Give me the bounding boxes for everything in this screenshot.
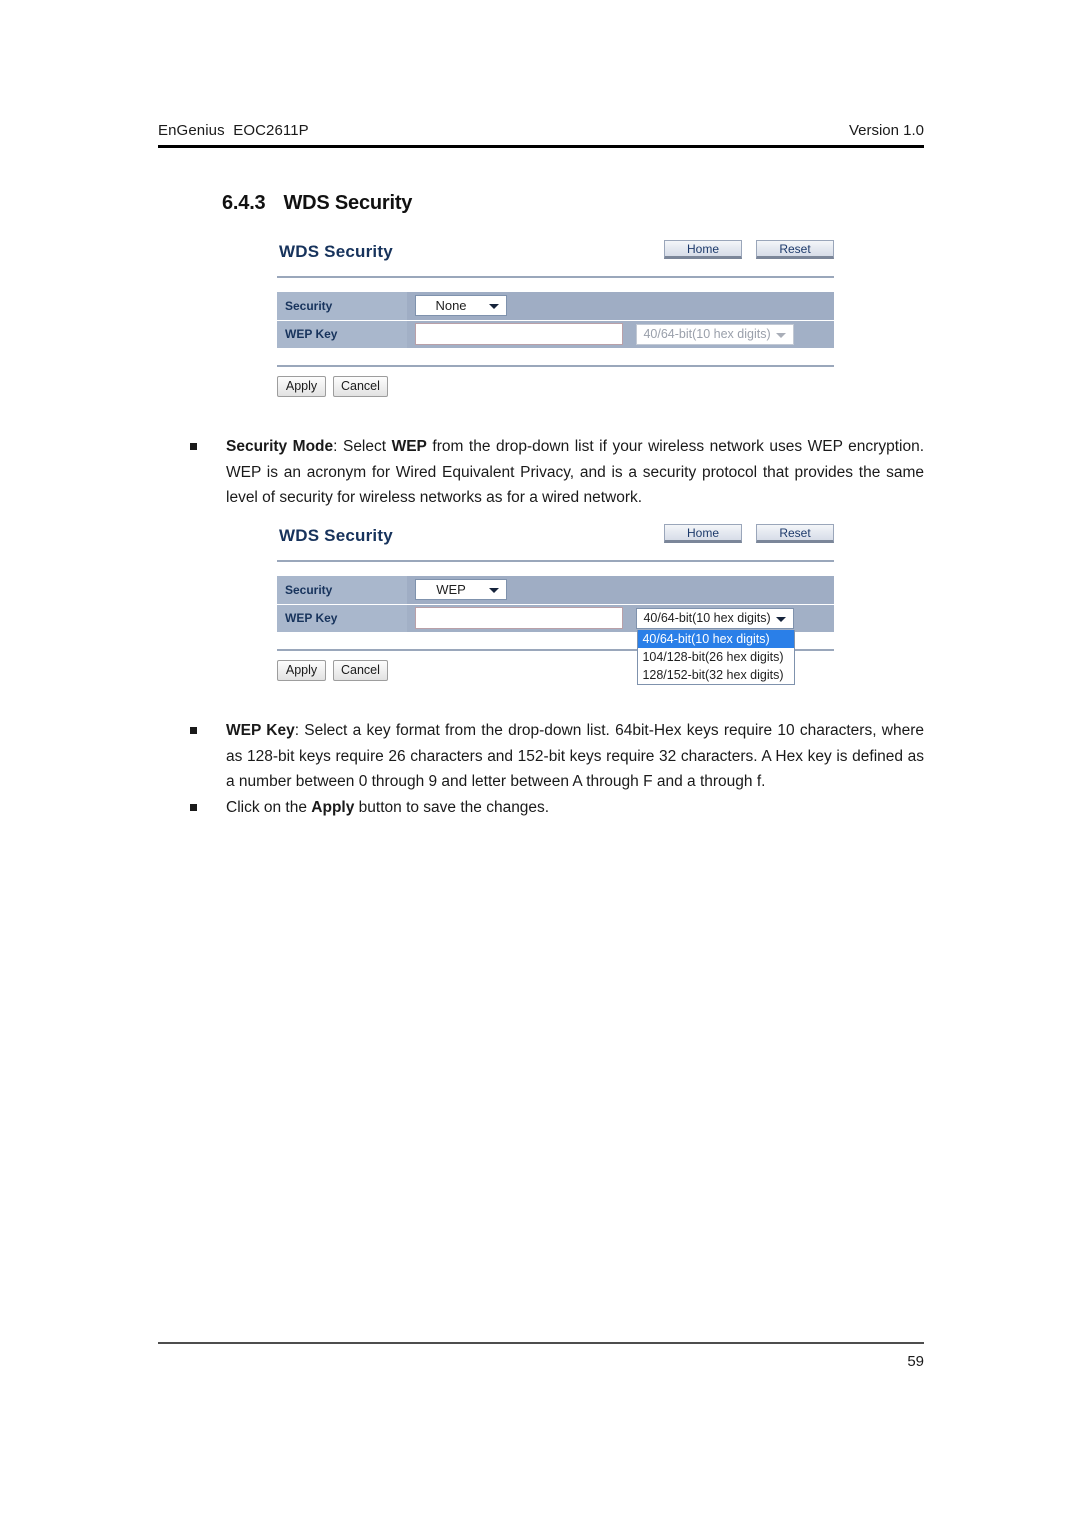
reset-button[interactable]: Reset [756, 524, 834, 543]
chevron-down-icon [489, 304, 499, 310]
document-footer: 59 [158, 1342, 924, 1370]
chevron-down-icon [489, 588, 499, 594]
key-format-selected-value: 40/64-bit(10 hex digits) [643, 610, 771, 625]
wep-key-value-cell: 40/64-bit(10 hex digits) [407, 320, 834, 349]
key-format-dropdown-list[interactable]: 40/64-bit(10 hex digits) 104/128-bit(26 h… [637, 629, 796, 685]
panel-nav-buttons: Home Reset [664, 240, 834, 259]
wep-key-input[interactable] [415, 323, 623, 345]
reset-button[interactable]: Reset [756, 240, 834, 259]
panel-header: WDS Security Home Reset [277, 522, 834, 558]
key-format-option[interactable]: 128/152-bit(32 hex digits) [638, 666, 794, 684]
apply-button[interactable]: Apply [277, 375, 326, 397]
document-header: EnGenius EOC2611P Version 1.0 [158, 122, 924, 148]
wds-security-panel-none: WDS Security Home Reset Security None WE… [277, 238, 834, 397]
wep-key-label: WEP Key [277, 604, 407, 633]
list-item: WEP Key: Select a key format from the dr… [188, 718, 924, 795]
security-label: Security [277, 292, 407, 321]
panel-spacer [277, 278, 834, 292]
header-product-name: EnGenius EOC2611P [158, 122, 309, 139]
document-page: EnGenius EOC2611P Version 1.0 6.4.3 WDS S… [0, 0, 1080, 1527]
list-item: Security Mode: Select WEP from the drop-… [188, 434, 924, 511]
key-format-selected-value: 40/64-bit(10 hex digits) [643, 326, 771, 341]
table-row-wep-key: WEP Key 40/64-bit(10 hex digits) [277, 320, 834, 349]
bullet-text: Click on the Apply button to save the ch… [226, 798, 550, 816]
security-mode-select[interactable]: WEP [415, 579, 507, 601]
section-number: 6.4.3 [222, 192, 266, 214]
cancel-button[interactable]: Cancel [333, 375, 388, 397]
wep-key-label: WEP Key [277, 320, 407, 349]
security-mode-select[interactable]: None [415, 295, 507, 317]
footer-divider [158, 1342, 924, 1344]
bullet-text: Security Mode: Select WEP from the drop-… [226, 438, 924, 506]
panel-spacer [277, 562, 834, 576]
section-title: WDS Security [283, 192, 413, 214]
bullet-text: WEP Key: Select a key format from the dr… [226, 722, 924, 790]
bullet-list-wep-key: WEP Key: Select a key format from the dr… [188, 718, 924, 820]
security-mode-selected-value: WEP [436, 582, 466, 598]
key-format-option[interactable]: 104/128-bit(26 hex digits) [638, 648, 794, 666]
cancel-button[interactable]: Cancel [333, 659, 388, 681]
panel-action-buttons: Apply Cancel [277, 375, 834, 397]
list-item: Click on the Apply button to save the ch… [188, 795, 924, 821]
home-button[interactable]: Home [664, 524, 742, 543]
header-version: Version 1.0 [848, 122, 924, 139]
home-button[interactable]: Home [664, 240, 742, 259]
table-row-security: Security WEP [277, 576, 834, 605]
apply-button[interactable]: Apply [277, 659, 326, 681]
panel-title: WDS Security [279, 242, 393, 261]
panel-header: WDS Security Home Reset [277, 238, 834, 274]
bullet-marker-icon [190, 803, 197, 811]
wds-security-panel-wep: WDS Security Home Reset Security WEP WEP… [277, 522, 834, 685]
table-row-security: Security None [277, 292, 834, 321]
bullet-list-security-mode: Security Mode: Select WEP from the drop-… [188, 434, 924, 511]
settings-table: Security None WEP Key 40/64-bit(10 hex d… [277, 292, 834, 349]
chevron-down-icon [776, 616, 787, 622]
security-label: Security [277, 576, 407, 605]
header-divider [158, 145, 924, 148]
panel-nav-buttons: Home Reset [664, 524, 834, 543]
bullet-marker-icon [190, 443, 197, 450]
bullet-marker-icon [190, 727, 197, 734]
wep-key-input[interactable] [415, 607, 623, 629]
page-number: 59 [907, 1353, 924, 1370]
security-value-cell: None [407, 292, 834, 321]
panel-footer-divider [277, 364, 834, 367]
key-format-option[interactable]: 40/64-bit(10 hex digits) [638, 629, 795, 648]
wep-key-value-cell: 40/64-bit(10 hex digits) 40/64-bit(10 he… [407, 604, 834, 685]
settings-table: Security WEP WEP Key 40/64-bit(10 hex di… [277, 576, 834, 685]
security-value-cell: WEP [407, 576, 834, 605]
page-title: 6.4.3 WDS Security [222, 192, 412, 215]
chevron-down-icon [776, 332, 787, 338]
key-format-select[interactable]: 40/64-bit(10 hex digits) [636, 323, 795, 345]
key-format-select[interactable]: 40/64-bit(10 hex digits) 40/64-bit(10 he… [636, 607, 796, 685]
panel-title: WDS Security [279, 526, 393, 545]
security-mode-selected-value: None [435, 298, 467, 314]
table-row-wep-key: WEP Key 40/64-bit(10 hex digits) 40/64-b… [277, 604, 834, 685]
